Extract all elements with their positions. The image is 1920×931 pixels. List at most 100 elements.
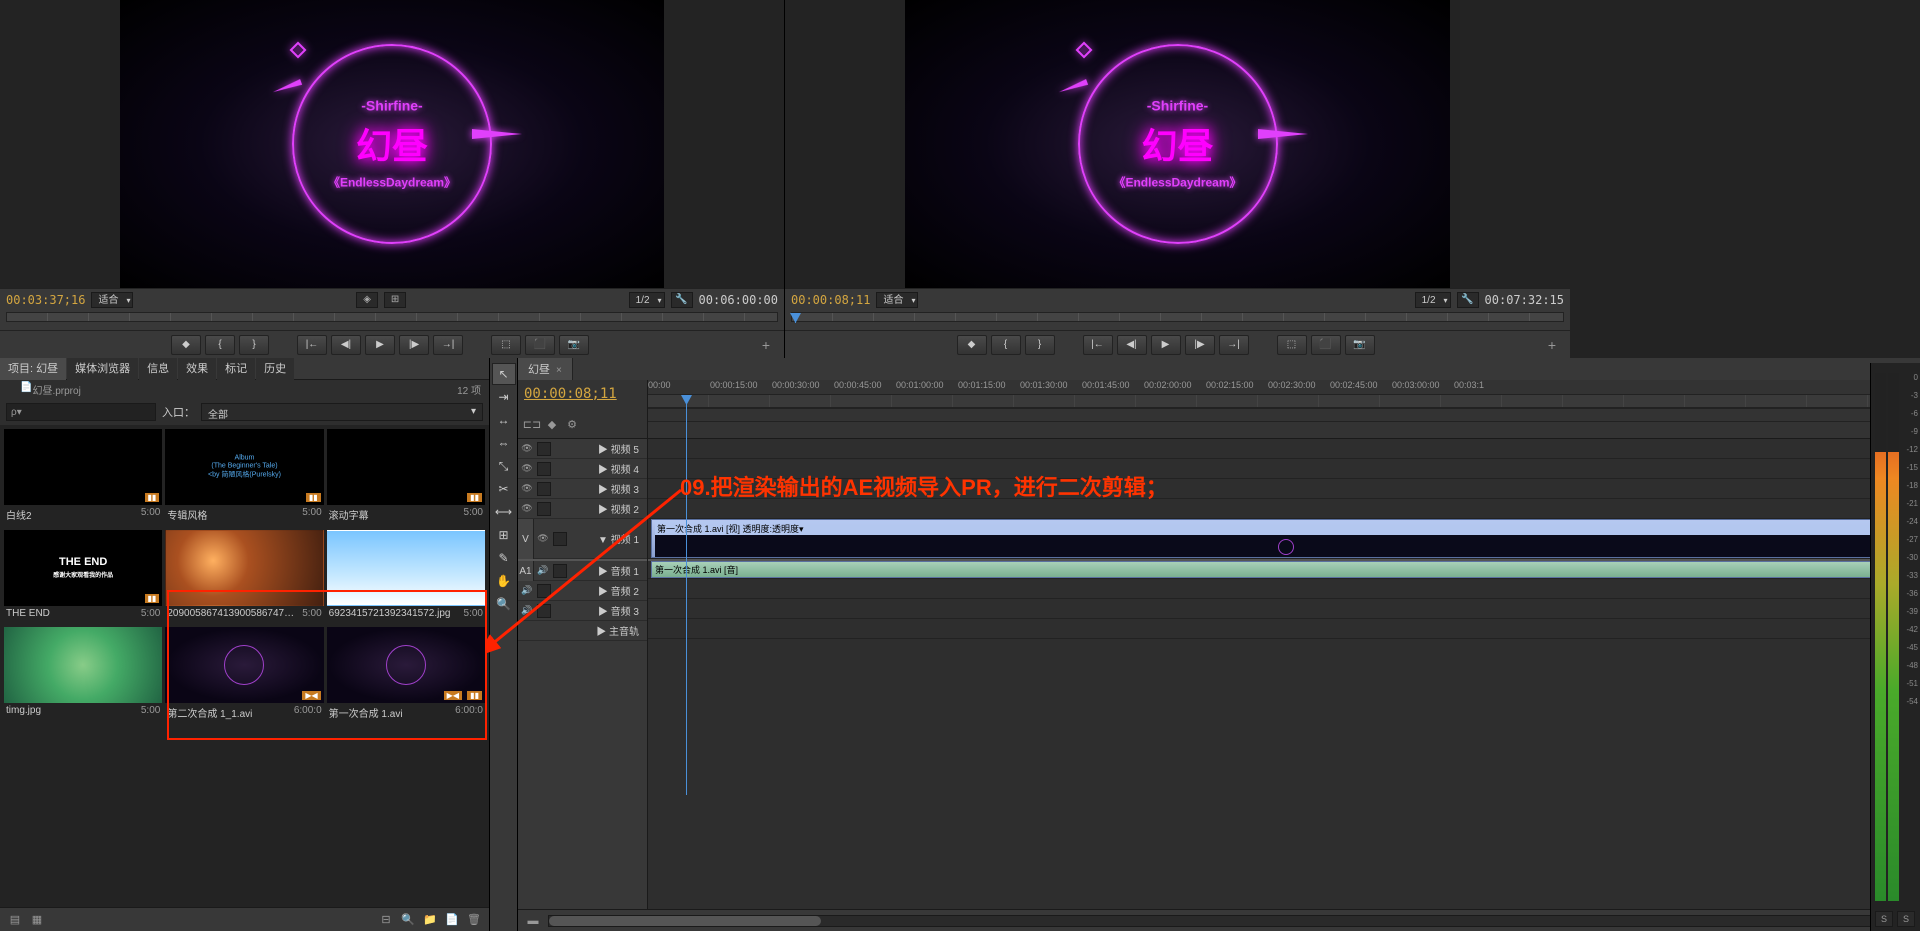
source-resolution-dropdown[interactable]: 1/2 bbox=[629, 292, 665, 308]
program-fit-dropdown[interactable]: 适合 bbox=[876, 292, 918, 308]
video-track-header[interactable]: 👁▶ 视频 3 bbox=[518, 479, 647, 499]
step-back-button[interactable]: ◀| bbox=[331, 335, 361, 355]
tab-media-browser[interactable]: 媒体浏览器 bbox=[67, 358, 138, 380]
new-bin-icon[interactable]: 📁 bbox=[421, 911, 439, 929]
solo-button[interactable]: S bbox=[1897, 911, 1915, 927]
audio-clip[interactable]: 第一次合成 1.avi [音] bbox=[651, 561, 1920, 578]
solo-button[interactable]: S bbox=[1875, 911, 1893, 927]
bin-item[interactable]: 6923415721392341572.jpg5:00 bbox=[327, 530, 485, 621]
marker-icon[interactable]: ◆ bbox=[544, 416, 560, 432]
zoom-tool[interactable]: 🔍 bbox=[492, 593, 516, 615]
track-select-tool[interactable]: ⇥ bbox=[492, 386, 516, 408]
v-target[interactable]: V bbox=[518, 519, 534, 559]
track-lanes[interactable]: 第一次合成 1.avi [视] 透明度:透明度▾ 第一次合成 1.avi [音] bbox=[648, 439, 1920, 909]
filter-dropdown[interactable]: 全部 ▾ bbox=[201, 403, 483, 421]
button-editor[interactable]: + bbox=[756, 335, 776, 355]
source-scrubber[interactable] bbox=[0, 310, 784, 330]
overwrite-button[interactable]: ⬛ bbox=[525, 335, 555, 355]
project-bin[interactable]: ▮▮ 白线25:00 Album(The Beginner's Tale)<by… bbox=[0, 425, 489, 907]
go-to-out-button[interactable]: →| bbox=[1219, 335, 1249, 355]
slide-tool[interactable]: ⊞ bbox=[492, 524, 516, 546]
program-scrubber[interactable] bbox=[785, 310, 1570, 330]
program-timecode[interactable]: 00:00:08;11 bbox=[791, 293, 870, 307]
a-target[interactable]: A1 bbox=[518, 561, 534, 581]
go-to-in-button[interactable]: |← bbox=[1083, 335, 1113, 355]
zoom-out-icon[interactable]: ▬ bbox=[524, 912, 542, 930]
step-forward-button[interactable]: |▶ bbox=[1185, 335, 1215, 355]
mark-out-button[interactable]: } bbox=[1025, 335, 1055, 355]
audio-track-header[interactable]: ▶ 主音轨 bbox=[518, 621, 647, 641]
audio-track-header[interactable]: 🔊▶ 音频 1 bbox=[534, 561, 647, 581]
source-preview[interactable]: -Shirfine- 幻昼 《EndlessDaydream》 bbox=[120, 0, 664, 288]
audio-track-header[interactable]: 🔊▶ 音频 3 bbox=[518, 601, 647, 621]
close-icon[interactable]: × bbox=[556, 365, 562, 376]
rate-stretch-tool[interactable]: ⤡ bbox=[492, 455, 516, 477]
audio-track-header[interactable]: 🔊▶ 音频 2 bbox=[518, 581, 647, 601]
button-editor[interactable]: + bbox=[1542, 335, 1562, 355]
delete-icon[interactable]: 🗑 bbox=[465, 911, 483, 929]
bin-item[interactable]: timg.jpg5:00 bbox=[4, 627, 162, 722]
bin-item[interactable]: ▮▮ 白线25:00 bbox=[4, 429, 162, 524]
program-preview[interactable]: -Shirfine- 幻昼 《EndlessDaydream》 bbox=[905, 0, 1450, 288]
go-to-out-button[interactable]: →| bbox=[433, 335, 463, 355]
tab-project[interactable]: 项目: 幻昼 bbox=[0, 358, 66, 380]
timeline-timecode[interactable]: 00:00:08;11 bbox=[524, 386, 641, 402]
play-button[interactable]: ▶ bbox=[365, 335, 395, 355]
bin-item[interactable]: ▶◀ 第二次合成 1_1.avi6:00:0 bbox=[165, 627, 323, 722]
list-view-icon[interactable]: ▤ bbox=[6, 911, 24, 929]
bin-item[interactable]: ▮▮ 滚动字幕5:00 bbox=[327, 429, 485, 524]
tab-effects[interactable]: 效果 bbox=[178, 358, 216, 380]
insert-button[interactable]: ⬚ bbox=[491, 335, 521, 355]
mark-in-button[interactable]: { bbox=[991, 335, 1021, 355]
marker-icon[interactable]: ◈ bbox=[356, 292, 378, 308]
bin-item[interactable]: THE END感谢大家观看我的作品▮▮ THE END5:00 bbox=[4, 530, 162, 621]
step-back-button[interactable]: ◀| bbox=[1117, 335, 1147, 355]
tab-history[interactable]: 历史 bbox=[256, 358, 294, 380]
tab-info[interactable]: 信息 bbox=[139, 358, 177, 380]
add-marker-button[interactable]: ◆ bbox=[957, 335, 987, 355]
export-frame-button[interactable]: 📷 bbox=[559, 335, 589, 355]
find-icon[interactable]: 🔍 bbox=[399, 911, 417, 929]
settings-icon[interactable]: ⚙ bbox=[564, 416, 580, 432]
video-track-header[interactable]: 👁▶ 视频 2 bbox=[518, 499, 647, 519]
ripple-edit-tool[interactable]: ↔ bbox=[492, 409, 516, 431]
automate-icon[interactable]: ⊟ bbox=[377, 911, 395, 929]
selection-tool[interactable]: ↖ bbox=[492, 363, 516, 385]
video-clip[interactable]: 第一次合成 1.avi [视] 透明度:透明度▾ bbox=[651, 519, 1920, 558]
mark-out-button[interactable]: } bbox=[239, 335, 269, 355]
mark-in-button[interactable]: { bbox=[205, 335, 235, 355]
razor-tool[interactable]: ✂ bbox=[492, 478, 516, 500]
timeline-scrollbar[interactable] bbox=[548, 915, 1908, 927]
new-item-icon[interactable]: 📄 bbox=[443, 911, 461, 929]
lift-button[interactable]: ⬚ bbox=[1277, 335, 1307, 355]
bin-item[interactable]: 2090058674139005867474.jpg5:00 bbox=[165, 530, 323, 621]
hand-tool[interactable]: ✋ bbox=[492, 570, 516, 592]
preview-text-mid: 幻昼 bbox=[1078, 118, 1278, 170]
rolling-edit-tool[interactable]: ⇔ bbox=[492, 432, 516, 454]
snap-icon[interactable]: ⊏⊐ bbox=[524, 416, 540, 432]
timeline-tab[interactable]: 幻昼× bbox=[518, 358, 573, 380]
video-track-header[interactable]: 👁▶ 视频 5 bbox=[518, 439, 647, 459]
export-frame-button[interactable]: 📷 bbox=[1345, 335, 1375, 355]
play-button[interactable]: ▶ bbox=[1151, 335, 1181, 355]
icon-view-icon[interactable]: ▦ bbox=[28, 911, 46, 929]
tab-markers[interactable]: 标记 bbox=[217, 358, 255, 380]
slip-tool[interactable]: ⟷ bbox=[492, 501, 516, 523]
bin-item[interactable]: ▮▮▶◀ 第一次合成 1.avi6:00:0 bbox=[327, 627, 485, 722]
video-track-header[interactable]: 👁▶ 视频 4 bbox=[518, 459, 647, 479]
wrench-icon[interactable]: 🔧 bbox=[1457, 292, 1479, 308]
safe-margins-icon[interactable]: ⊞ bbox=[384, 292, 406, 308]
source-fit-dropdown[interactable]: 适合 bbox=[91, 292, 133, 308]
timeline-ruler[interactable]: 00:0000:00:15:0000:00:30:0000:00:45:0000… bbox=[648, 380, 1920, 432]
source-timecode[interactable]: 00:03:37;16 bbox=[6, 293, 85, 307]
search-input[interactable] bbox=[6, 403, 156, 421]
add-marker-button[interactable]: ◆ bbox=[171, 335, 201, 355]
video-track-header[interactable]: 👁▼ 视频 1 bbox=[534, 519, 647, 559]
program-resolution-dropdown[interactable]: 1/2 bbox=[1415, 292, 1451, 308]
wrench-icon[interactable]: 🔧 bbox=[671, 292, 693, 308]
pen-tool[interactable]: ✎ bbox=[492, 547, 516, 569]
extract-button[interactable]: ⬛ bbox=[1311, 335, 1341, 355]
step-forward-button[interactable]: |▶ bbox=[399, 335, 429, 355]
bin-item[interactable]: Album(The Beginner's Tale)<by 简陋风格(Purel… bbox=[165, 429, 323, 524]
go-to-in-button[interactable]: |← bbox=[297, 335, 327, 355]
